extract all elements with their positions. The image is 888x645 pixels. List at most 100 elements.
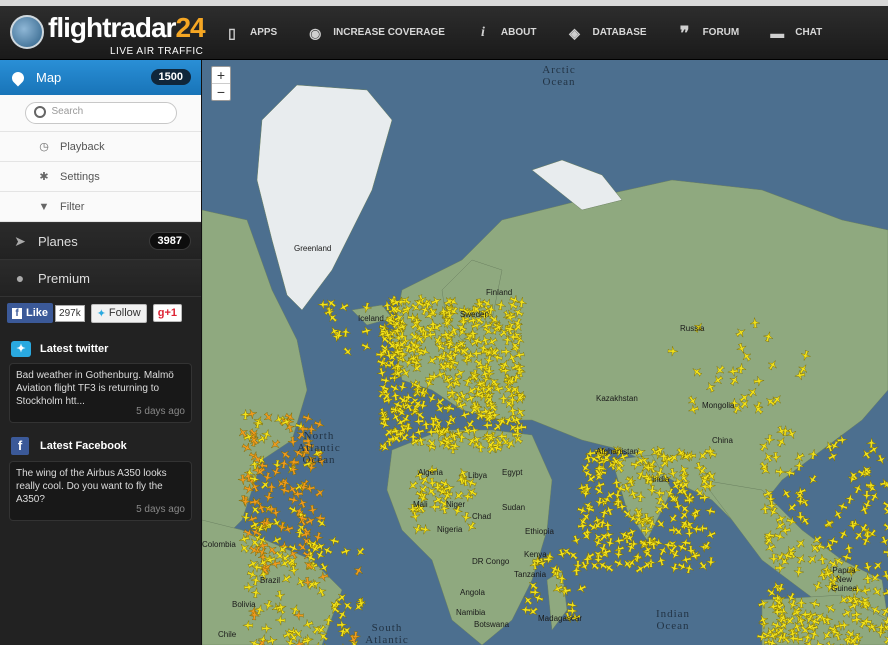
plane-icon[interactable] [340, 598, 354, 612]
eye-icon: ◉ [309, 24, 322, 41]
plane-icon[interactable] [634, 562, 648, 576]
plane-icon[interactable] [313, 486, 327, 500]
plane-icon[interactable] [572, 560, 584, 571]
twitter-feed-item[interactable]: Bad weather in Gothenburg. Malmö Aviatio… [9, 363, 192, 423]
plane-icon[interactable] [847, 520, 858, 531]
country-label-namibia: Namibia [456, 608, 486, 617]
sidebar-item-map[interactable]: Map 1500 [0, 60, 201, 95]
plane-icon[interactable] [683, 562, 695, 574]
plane-icon[interactable] [261, 471, 273, 484]
plane-icon[interactable] [263, 491, 275, 504]
plane-icon[interactable] [859, 447, 873, 461]
google-plus-button[interactable]: g+1 [152, 304, 182, 322]
plane-icon[interactable] [861, 490, 872, 501]
sidebar-item-planes[interactable]: ➤ Planes 3987 [0, 222, 201, 259]
plane-icon[interactable] [705, 556, 717, 568]
country-label-chad: Chad [472, 512, 492, 521]
plane-icon[interactable] [583, 550, 597, 564]
plane-icon[interactable] [866, 437, 877, 449]
plane-icon[interactable] [279, 476, 291, 489]
plane-icon[interactable] [570, 534, 583, 547]
zoom-out-button[interactable]: − [212, 84, 230, 100]
search-box[interactable] [24, 102, 177, 124]
search-icon [33, 106, 46, 118]
plane-icon[interactable] [331, 331, 343, 343]
nav-forum[interactable]: ❞ FORUM [675, 24, 740, 42]
plane-icon[interactable] [641, 558, 655, 572]
twitter-follow-button[interactable]: ✦ Follow [90, 303, 147, 323]
plane-icon[interactable] [852, 482, 865, 495]
plane-icon[interactable] [340, 545, 353, 558]
plane-icon[interactable] [337, 301, 351, 315]
plane-icon[interactable] [704, 505, 716, 517]
plane-icon[interactable] [684, 528, 695, 539]
plane-icon[interactable] [806, 473, 820, 487]
plane-icon[interactable] [352, 564, 366, 578]
facebook-feed-item[interactable]: The wing of the Airbus A350 looks really… [9, 461, 192, 521]
plane-icon[interactable] [881, 520, 888, 534]
plane-icon[interactable] [532, 592, 545, 605]
plane-icon[interactable] [296, 496, 309, 509]
plane-icon[interactable] [571, 565, 582, 576]
plane-icon[interactable] [875, 453, 888, 466]
plane-icon[interactable] [278, 458, 289, 469]
database-icon: ◈ [569, 24, 580, 41]
nav-increase-coverage[interactable]: ◉ INCREASE COVERAGE [305, 25, 445, 41]
greenland-land [256, 84, 393, 311]
plane-icon[interactable] [836, 500, 849, 513]
plane-icon[interactable] [779, 486, 793, 500]
nav-chat[interactable]: ▬ CHAT [767, 25, 822, 41]
plane-icon[interactable] [849, 518, 861, 530]
plane-icon[interactable] [353, 545, 367, 559]
plane-icon[interactable] [574, 582, 587, 595]
plane-icon[interactable] [313, 418, 326, 431]
cursor-icon: ➤ [14, 233, 26, 249]
plane-icon[interactable] [613, 557, 626, 570]
submenu-settings[interactable]: ✱ Settings [0, 162, 201, 192]
plane-icon[interactable] [603, 489, 617, 503]
flight-map[interactable]: + − Arctic Ocean North Atlantic Ocean So… [202, 60, 888, 645]
plane-icon[interactable] [520, 604, 531, 615]
search-input[interactable] [49, 105, 174, 118]
plane-icon[interactable] [871, 558, 885, 572]
plane-icon[interactable] [249, 496, 261, 508]
plane-icon[interactable] [307, 504, 318, 516]
plane-icon[interactable] [837, 527, 850, 540]
plane-icon[interactable] [844, 493, 856, 505]
main-nav: ▯ APPS ◉ INCREASE COVERAGE i ABOUT ◈ DATABAS… [222, 6, 850, 59]
submenu-playback[interactable]: ◷ Playback [0, 132, 201, 162]
logo[interactable]: flightradar24 LIVE AIR TRAFFIC [10, 12, 210, 58]
country-label-brazil: Brazil [260, 576, 281, 585]
nav-apps[interactable]: ▯ APPS [222, 25, 277, 41]
plane-icon[interactable] [883, 547, 888, 558]
plane-icon[interactable] [328, 535, 340, 547]
plane-icon[interactable] [867, 442, 881, 456]
country-label-angola: Angola [460, 588, 485, 597]
plane-icon[interactable] [336, 608, 350, 622]
plane-icon[interactable] [878, 535, 888, 548]
plane-icon[interactable] [666, 512, 680, 526]
plane-icon[interactable] [360, 340, 373, 353]
plane-icon[interactable] [704, 528, 717, 541]
plane-icon[interactable] [361, 325, 373, 337]
facebook-like-button[interactable]: f Like [7, 303, 54, 323]
zoom-in-button[interactable]: + [212, 67, 230, 84]
russia-north [531, 159, 623, 211]
plane-icon[interactable] [397, 381, 409, 393]
country-label-russia: Russia [680, 324, 705, 333]
plane-icon[interactable] [655, 554, 667, 567]
submenu-filter[interactable]: ▼ Filter [0, 192, 201, 222]
plane-icon[interactable] [827, 449, 841, 463]
plane-icon[interactable] [843, 542, 855, 554]
sidebar-item-premium[interactable]: ● Premium [0, 259, 201, 296]
nav-database[interactable]: ◈ DATABASE [564, 25, 646, 41]
plane-icon[interactable] [302, 412, 314, 424]
plane-icon[interactable] [270, 466, 283, 479]
nav-about[interactable]: i ABOUT [473, 25, 537, 41]
country-label-colombia: Colombia [202, 540, 236, 549]
plane-icon[interactable] [785, 501, 799, 515]
country-label-egypt: Egypt [502, 468, 523, 477]
plane-icon[interactable] [312, 531, 324, 543]
plane-icon[interactable] [341, 345, 355, 359]
country-label-algeria: Algeria [418, 468, 443, 477]
